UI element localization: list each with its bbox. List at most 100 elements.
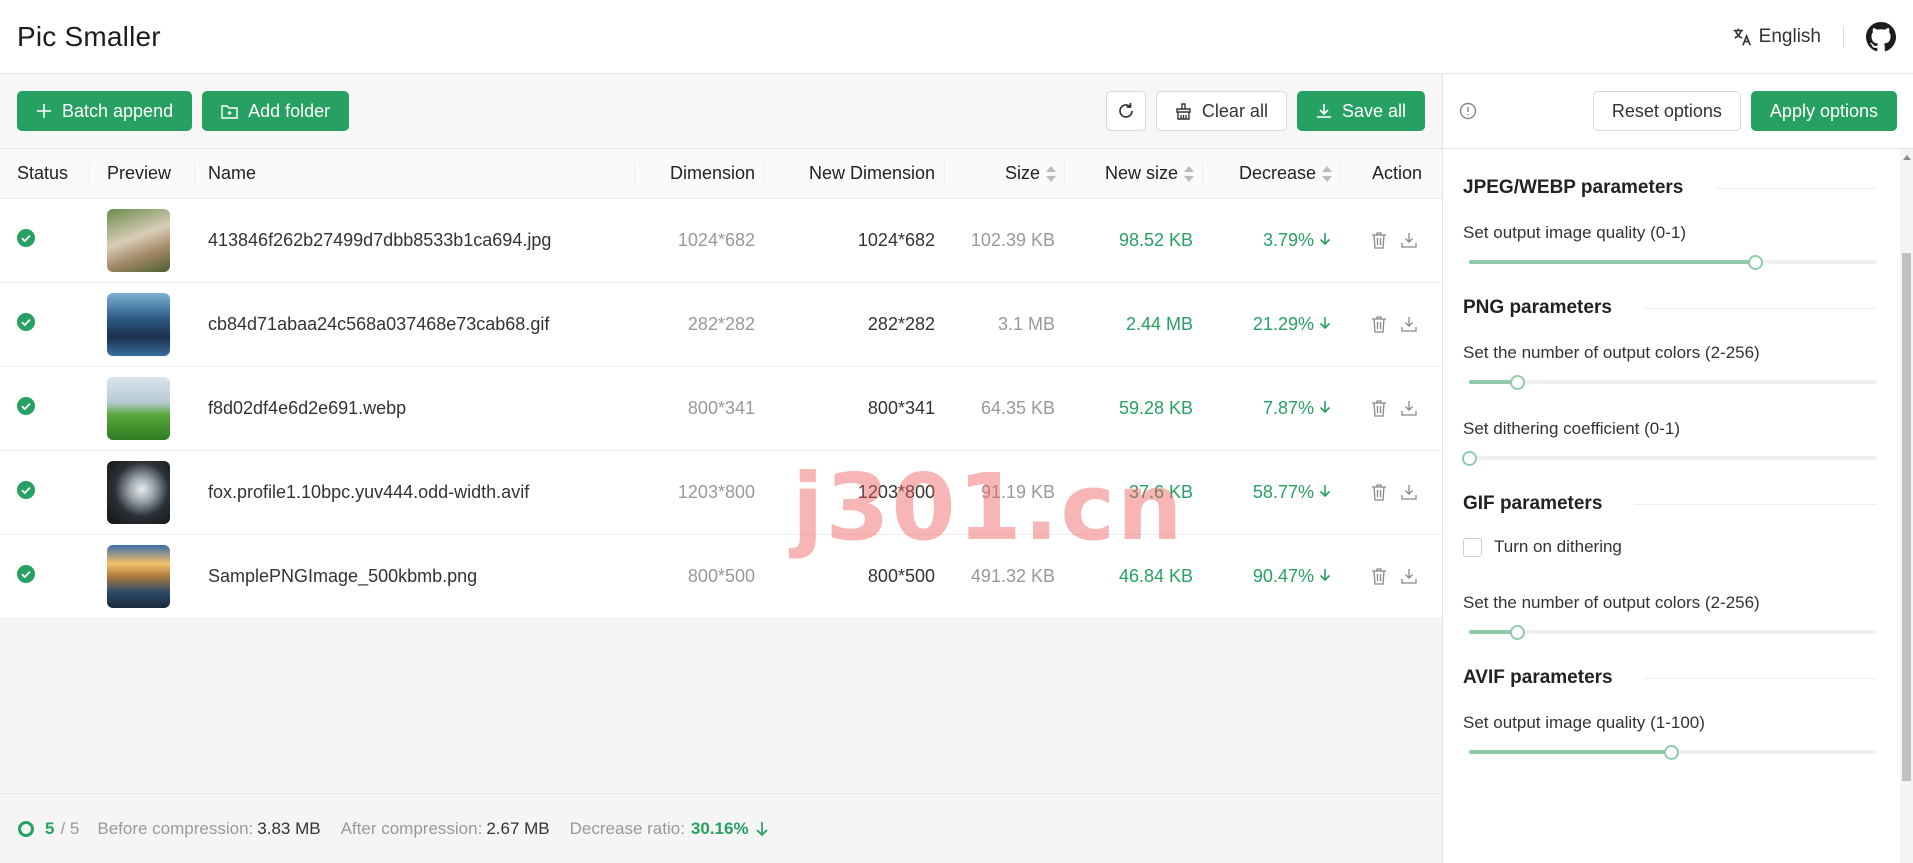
header-action: Action [1341, 149, 1442, 199]
options-panel: Reset options Apply options JPEG/WEBP pa… [1443, 74, 1913, 863]
app-header: Pic Smaller English [0, 0, 1913, 74]
size: 91.19 KB [945, 450, 1065, 535]
png-section-title: PNG parameters [1463, 297, 1877, 319]
file-toolbar: Batch append Add folder Clear all Save a… [0, 74, 1442, 149]
table-row: fox.profile1.10bpc.yuv444.odd-width.avif… [0, 450, 1442, 535]
preview-cell [90, 198, 195, 283]
jpeg-quality-slider[interactable] [1463, 255, 1877, 270]
new-dimension: 800*500 [765, 534, 945, 619]
progress-ring-icon [18, 820, 34, 837]
broom-icon [1176, 102, 1191, 120]
check-circle-icon [17, 312, 35, 331]
delete-icon[interactable] [1371, 399, 1387, 417]
preview-thumbnail[interactable] [107, 460, 170, 524]
info-icon[interactable] [1459, 102, 1477, 120]
refresh-button[interactable] [1105, 91, 1146, 131]
options-body: JPEG/WEBP parameters Set output image qu… [1443, 149, 1913, 863]
check-circle-icon [17, 564, 35, 583]
decrease-cell: 3.79% [1203, 198, 1341, 283]
reset-options-button[interactable]: Reset options [1592, 91, 1741, 131]
add-folder-label: Add folder [248, 100, 331, 121]
new-dimension: 282*282 [765, 282, 945, 367]
dimension: 1203*800 [635, 450, 765, 535]
before-label: Before compression: [97, 818, 254, 838]
download-icon[interactable] [1401, 400, 1417, 416]
translate-icon [1733, 28, 1751, 46]
slider-handle[interactable] [1510, 375, 1526, 390]
avif-quality-slider[interactable] [1463, 745, 1877, 760]
sort-icon [1184, 165, 1194, 183]
download-icon[interactable] [1401, 232, 1417, 248]
ratio-label: Decrease ratio: [569, 818, 685, 838]
action-cell [1341, 366, 1442, 451]
preview-cell [90, 366, 195, 451]
arrow-down-icon [1319, 568, 1331, 581]
dimension: 1024*682 [635, 198, 765, 283]
gif-section-title: GIF parameters [1463, 493, 1877, 515]
options-scrollbar[interactable] [1900, 149, 1913, 863]
app-title: Pic Smaller [17, 20, 161, 52]
scrollbar-thumb[interactable] [1902, 253, 1911, 781]
png-dither-label: Set dithering coefficient (0-1) [1463, 419, 1681, 438]
decrease-value: 3.79% [1262, 229, 1314, 250]
slider-handle[interactable] [1747, 255, 1763, 270]
arrow-down-icon [1319, 484, 1331, 497]
clear-all-button[interactable]: Clear all [1155, 91, 1287, 131]
preview-cell [90, 450, 195, 535]
decrease-cell: 21.29% [1203, 282, 1341, 367]
table-row: f8d02df4e6d2e691.webp 800*341 800*341 64.35… [0, 366, 1442, 451]
batch-append-label: Batch append [62, 100, 174, 121]
sort-icon [1322, 165, 1332, 183]
file-name: fox.profile1.10bpc.yuv444.odd-width.avif [195, 450, 635, 535]
delete-icon[interactable] [1371, 567, 1387, 585]
download-icon[interactable] [1401, 568, 1417, 584]
gif-dither-checkbox[interactable]: Turn on dithering [1463, 537, 1877, 557]
file-name: f8d02df4e6d2e691.webp [195, 366, 635, 451]
slider-handle[interactable] [1663, 745, 1679, 760]
slider-handle[interactable] [1462, 451, 1477, 466]
apply-options-button[interactable]: Apply options [1750, 91, 1897, 131]
checkbox-box[interactable] [1463, 537, 1482, 557]
file-table: Status Preview Name Dimension New Dimens… [0, 149, 1442, 619]
options-toolbar: Reset options Apply options [1443, 74, 1913, 149]
header-new-size[interactable]: New size [1065, 149, 1203, 199]
file-name: 413846f262b27499d7dbb8533b1ca694.jpg [195, 198, 635, 283]
header-decrease[interactable]: Decrease [1203, 149, 1341, 199]
decrease-cell: 90.47% [1203, 534, 1341, 619]
avif-quality-label: Set output image quality (1-100) [1463, 713, 1705, 732]
after-label: After compression: [340, 818, 483, 838]
action-cell [1341, 198, 1442, 283]
after-value: 2.67 MB [486, 818, 550, 838]
arrow-down-icon [755, 821, 768, 836]
delete-icon[interactable] [1371, 483, 1387, 501]
decrease-value: 58.77% [1252, 481, 1314, 502]
batch-append-button[interactable]: Batch append [17, 91, 193, 131]
size: 102.39 KB [945, 198, 1065, 283]
gif-colors-label: Set the number of output colors (2-256) [1463, 593, 1760, 612]
gif-colors-slider[interactable] [1463, 625, 1877, 640]
preview-thumbnail[interactable] [107, 208, 170, 272]
ratio-value: 30.16% [690, 818, 749, 838]
save-all-button[interactable]: Save all [1296, 91, 1425, 131]
language-switcher[interactable]: English [1731, 26, 1821, 48]
png-dither-slider[interactable] [1462, 451, 1877, 466]
status-cell [0, 282, 90, 367]
preview-thumbnail[interactable] [107, 544, 170, 608]
slider-handle[interactable] [1510, 625, 1526, 640]
action-cell [1341, 450, 1442, 535]
download-icon[interactable] [1401, 484, 1417, 500]
delete-icon[interactable] [1371, 231, 1387, 249]
action-cell [1341, 534, 1442, 619]
new-size: 59.28 KB [1065, 366, 1203, 451]
language-label: English [1758, 26, 1821, 47]
preview-thumbnail[interactable] [107, 292, 170, 356]
file-name: cb84d71abaa24c568a037468e73cab68.gif [195, 282, 635, 367]
preview-thumbnail[interactable] [107, 376, 170, 440]
header-size[interactable]: Size [945, 149, 1065, 199]
table-row: cb84d71abaa24c568a037468e73cab68.gif 282*… [0, 282, 1442, 367]
png-colors-slider[interactable] [1463, 375, 1877, 390]
download-icon[interactable] [1401, 316, 1417, 332]
delete-icon[interactable] [1371, 315, 1387, 333]
add-folder-button[interactable]: Add folder [202, 91, 350, 131]
github-icon[interactable] [1866, 22, 1896, 52]
